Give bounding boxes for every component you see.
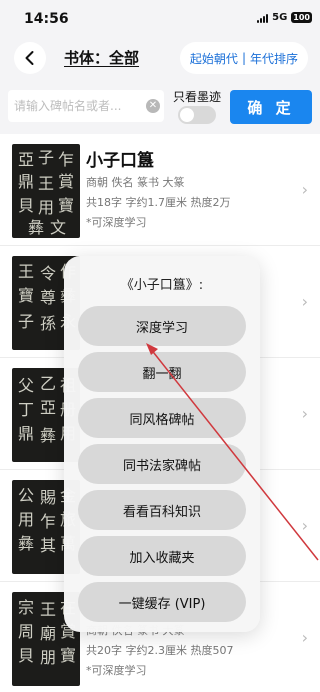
popup-title: 《小子口簋》: — [120, 278, 204, 293]
status-bar: 14:56 5G 100 — [0, 0, 320, 36]
back-button[interactable] — [14, 42, 46, 74]
search-input[interactable] — [8, 90, 164, 122]
item-note: *可深度学习 — [86, 664, 147, 677]
ink-only-label: 只看墨迹 — [173, 90, 222, 104]
same-calligrapher-button[interactable]: 同书法家碑帖 — [78, 444, 246, 484]
item-stats: 共18字 字约1.7厘米 热度2万 — [86, 196, 231, 209]
confirm-button[interactable]: 确 定 — [230, 90, 312, 124]
sort-by-era[interactable]: 年代排序 — [250, 50, 298, 67]
status-time: 14:56 — [24, 11, 69, 27]
chevron-right-icon: › — [301, 180, 308, 199]
add-favorite-button[interactable]: 加入收藏夹 — [78, 536, 246, 576]
chevron-left-icon — [25, 51, 34, 65]
chevron-right-icon: › — [301, 516, 308, 535]
action-popup: 《小子口簋》: 深度学习 翻一翻 同风格碑帖 同书法家碑帖 看看百科知识 加入收… — [64, 256, 260, 632]
deep-learning-button[interactable]: 深度学习 — [78, 306, 246, 346]
rubbing-thumbnail: 亞子乍 鼎王賞 貝用寶 彝文 — [12, 144, 80, 238]
flip-through-button[interactable]: 翻一翻 — [78, 352, 246, 392]
item-title: 小子口簋 — [86, 151, 154, 171]
signal-icon — [257, 13, 269, 23]
chevron-right-icon: › — [301, 292, 308, 311]
sort-start-dynasty[interactable]: 起始朝代 — [190, 50, 238, 67]
chevron-right-icon: › — [301, 404, 308, 423]
clear-icon[interactable]: ✕ — [146, 99, 160, 113]
style-filter[interactable]: 书体：全部 — [64, 47, 139, 68]
ink-only-toggle[interactable] — [178, 106, 216, 124]
item-note: *可深度学习 — [86, 216, 147, 229]
battery-icon: 100 — [291, 12, 312, 23]
network-label: 5G — [272, 12, 288, 23]
list-item[interactable]: 亞子乍 鼎王賞 貝用寶 彝文 小子口簋 商朝 佚名 篆书 大篆 共18字 字约1… — [0, 134, 320, 246]
same-style-button[interactable]: 同风格碑帖 — [78, 398, 246, 438]
search-row: ✕ 只看墨迹 确 定 — [0, 80, 320, 134]
chevron-right-icon: › — [301, 628, 308, 647]
sort-group: 起始朝代 | 年代排序 — [179, 42, 308, 74]
cache-vip-button[interactable]: 一键缓存 (VIP) — [78, 582, 246, 622]
item-meta: 商朝 佚名 篆书 大篆 — [86, 176, 185, 189]
status-indicators: 5G 100 — [257, 12, 312, 23]
encyclopedia-button[interactable]: 看看百科知识 — [78, 490, 246, 530]
sort-separator: | — [241, 51, 246, 65]
item-stats: 共20字 字约2.3厘米 热度507 — [86, 644, 234, 657]
nav-bar: 书体：全部 起始朝代 | 年代排序 — [0, 36, 320, 80]
